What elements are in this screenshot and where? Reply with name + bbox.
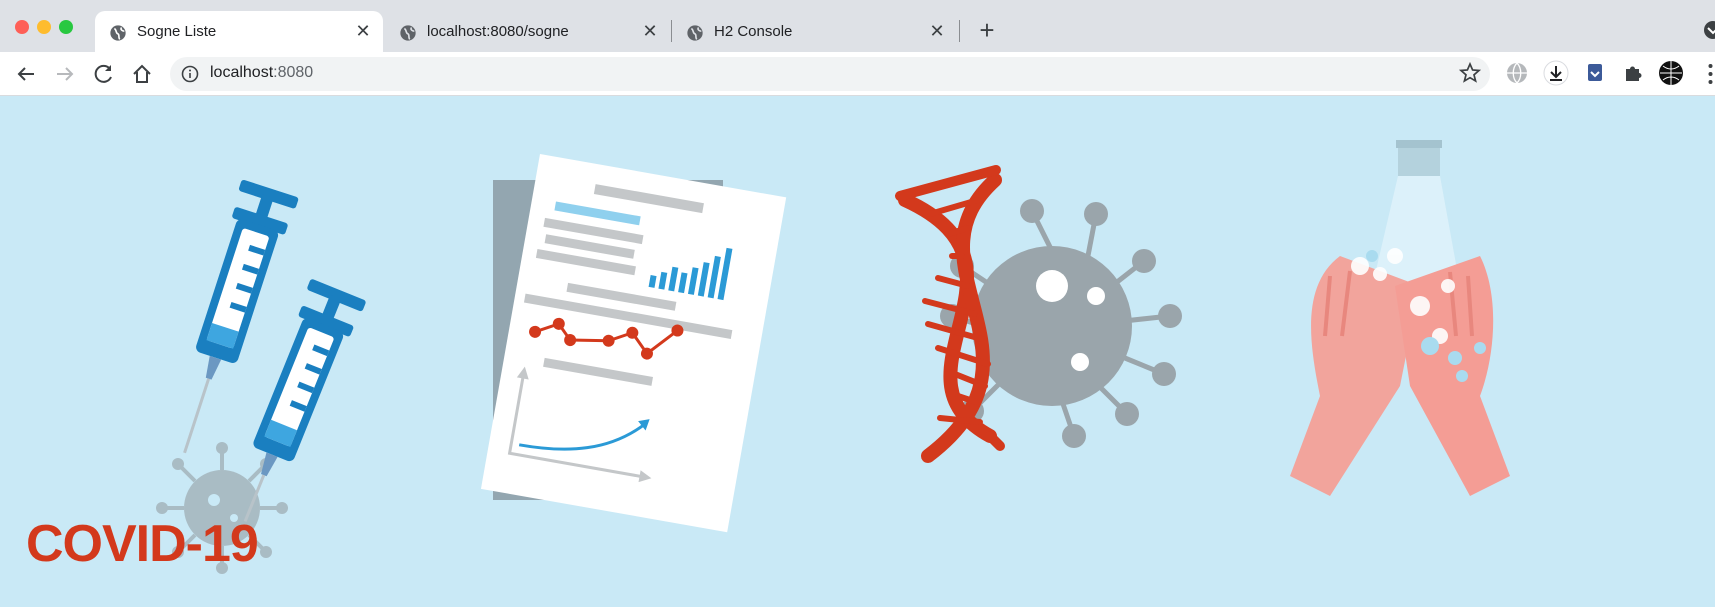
tab-localhost-sogne[interactable]: localhost:8080/sogne ✕ [385, 11, 670, 52]
profile-avatar-icon[interactable] [1658, 60, 1684, 86]
globe-icon [687, 25, 703, 41]
tab-strip: Sogne Liste ✕ localhost:8080/sogne ✕ H2 … [0, 0, 1715, 52]
tab-title: H2 Console [714, 23, 793, 40]
tab-sogne-liste[interactable]: Sogne Liste ✕ [95, 11, 383, 52]
url-host: localhost [210, 64, 274, 81]
url-port: :8080 [273, 64, 314, 81]
report-document-icon [480, 154, 787, 533]
more-menu-icon[interactable] [1706, 62, 1715, 86]
download-icon[interactable] [1543, 60, 1569, 86]
bookmark-extension-icon[interactable] [1582, 60, 1608, 86]
tab-search-icon[interactable] [1700, 20, 1715, 40]
puzzle-icon[interactable] [1620, 60, 1646, 86]
info-icon[interactable] [181, 65, 199, 83]
window-close-button[interactable] [15, 20, 29, 34]
close-icon[interactable]: ✕ [640, 21, 660, 41]
tab-separator [959, 20, 960, 42]
globe-icon [110, 25, 126, 41]
back-icon[interactable] [12, 60, 40, 88]
tab-h2-console[interactable]: H2 Console ✕ [672, 11, 957, 52]
tab-title: Sogne Liste [137, 23, 217, 40]
url-text[interactable]: localhost:8080 [210, 64, 313, 82]
handwashing-icon [1290, 140, 1510, 496]
forward-icon[interactable] [51, 60, 79, 88]
close-icon[interactable]: ✕ [927, 21, 947, 41]
covid-19-heading: COVID-19 [26, 515, 259, 573]
window-minimize-button[interactable] [37, 20, 51, 34]
tab-title: localhost:8080/sogne [427, 23, 569, 40]
plus-icon: + [979, 15, 995, 45]
new-tab-button[interactable]: + [975, 16, 999, 44]
reload-icon[interactable] [90, 60, 118, 88]
home-icon[interactable] [128, 60, 156, 88]
close-icon[interactable]: ✕ [353, 21, 373, 41]
translate-globe-icon[interactable] [1504, 60, 1530, 86]
address-bar[interactable] [170, 57, 1490, 91]
star-icon[interactable] [1458, 61, 1482, 85]
globe-icon [400, 25, 416, 41]
covid-banner: COVID-19 [0, 96, 1715, 607]
window-zoom-button[interactable] [59, 20, 73, 34]
